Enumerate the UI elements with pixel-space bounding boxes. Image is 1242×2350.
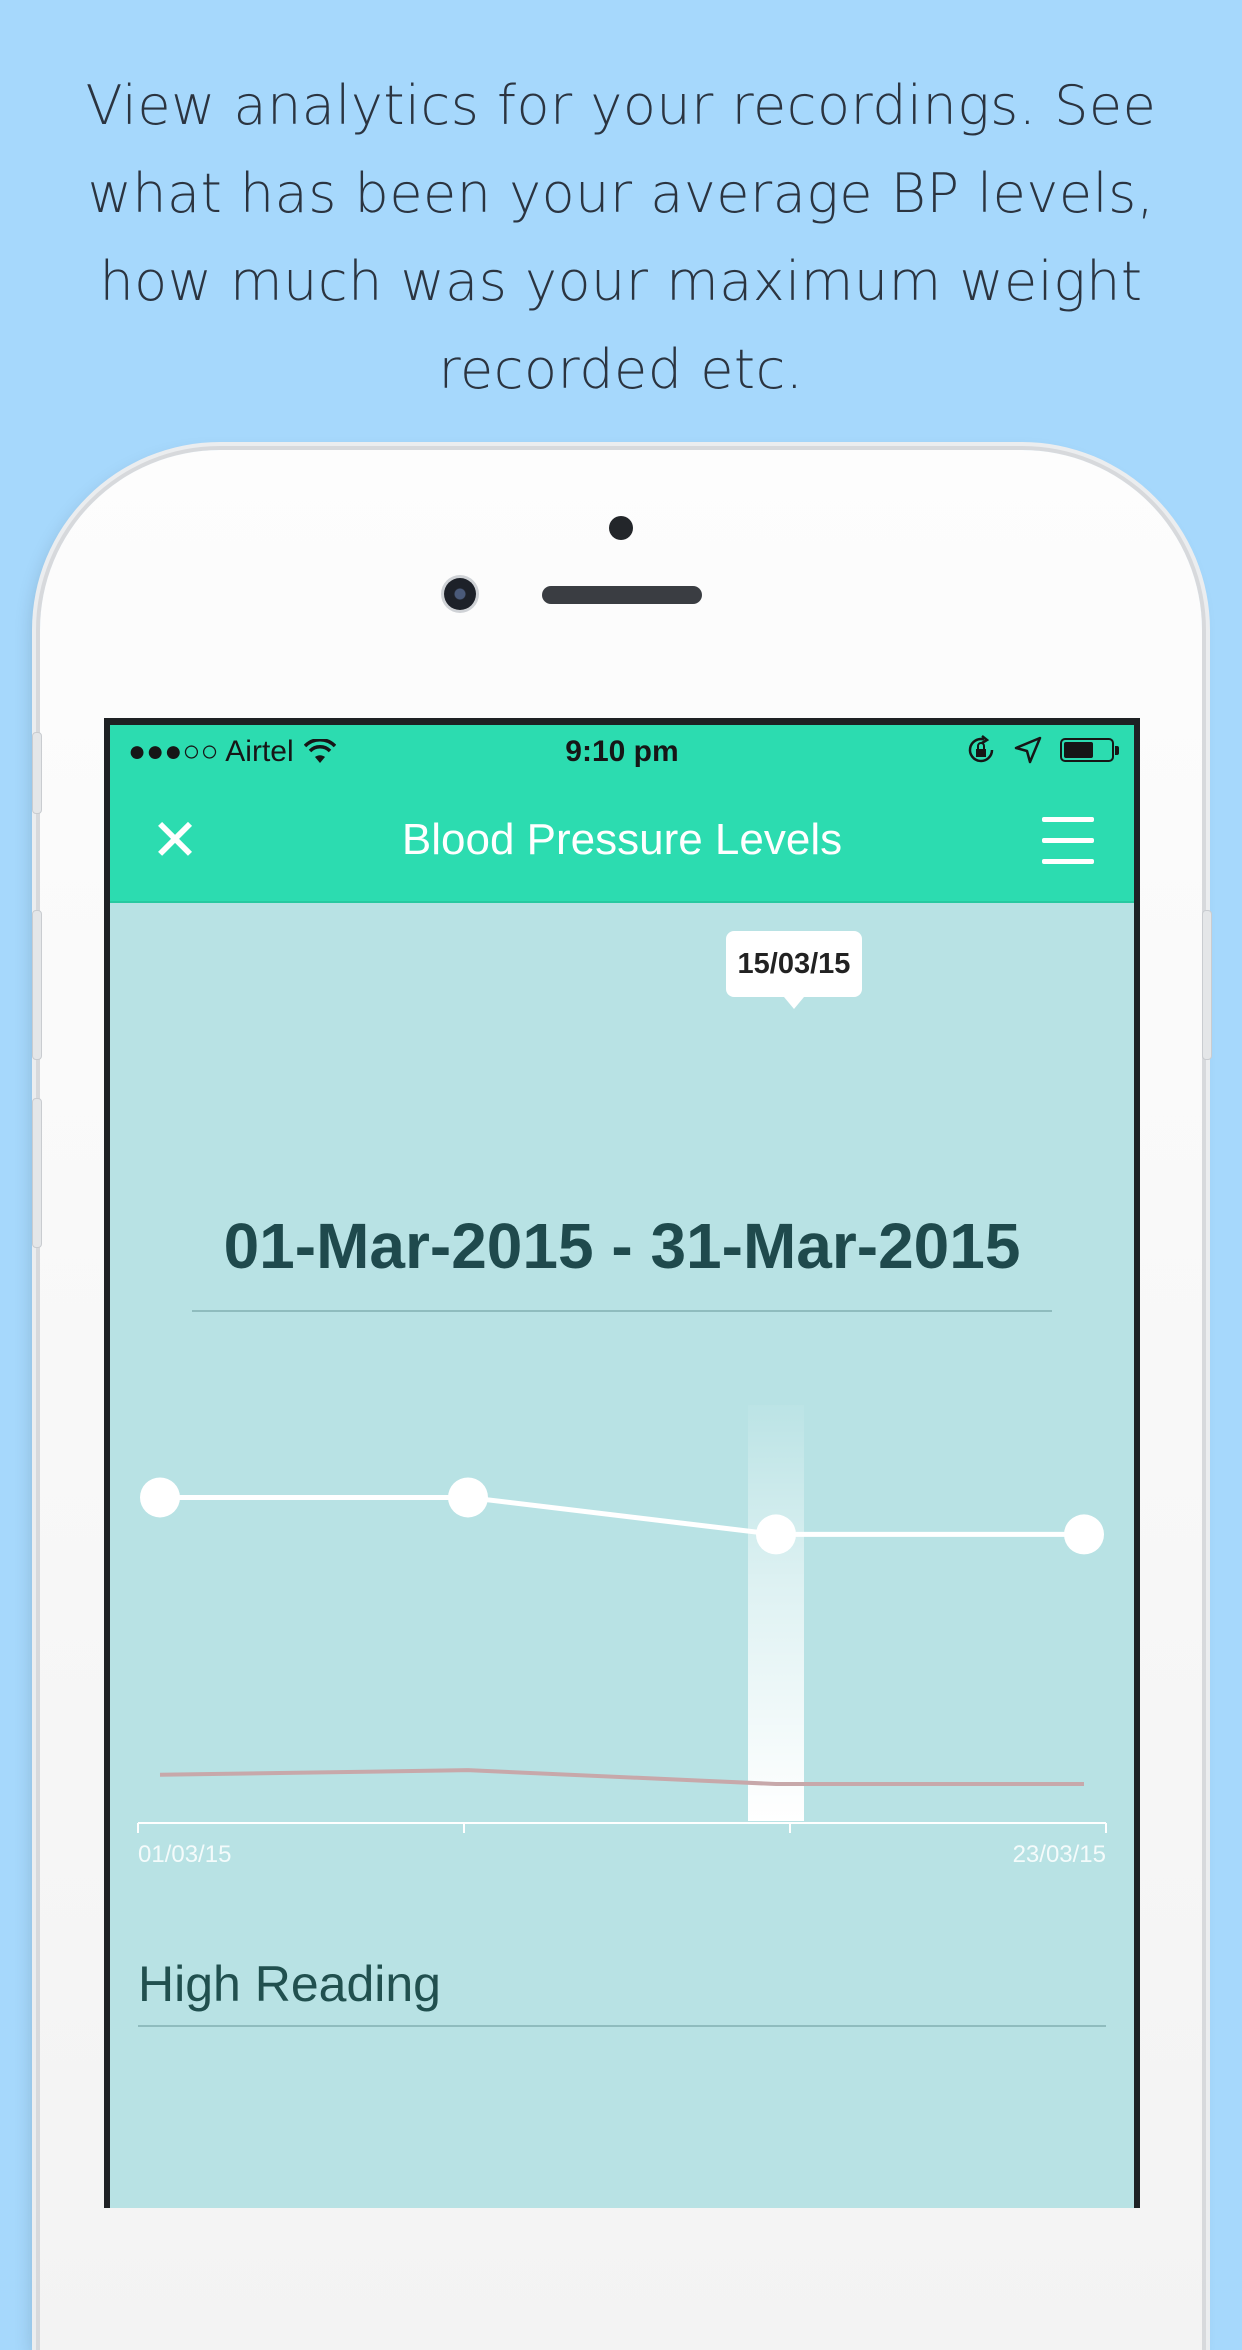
date-range-title[interactable]: 01-Mar-2015 - 31-Mar-2015: [192, 1209, 1052, 1283]
location-arrow-icon: [1014, 736, 1042, 764]
date-range-underline: [192, 1310, 1052, 1312]
x-tick-label: 01/03/15: [138, 1841, 232, 1868]
data-point[interactable]: [756, 1514, 796, 1555]
headline: View analytics for your recordings. See …: [85, 74, 1157, 401]
selected-point-highlight[interactable]: [748, 1405, 804, 1821]
page-title: Blood Pressure Levels: [401, 815, 843, 864]
earpiece-speaker: [542, 586, 702, 604]
date-tooltip: 15/03/15: [726, 931, 862, 1009]
data-point[interactable]: [448, 1477, 488, 1518]
proximity-sensor: [609, 516, 633, 540]
data-point[interactable]: [1064, 1514, 1104, 1555]
status-bar: ●●●○○ Airtel 9:10 pm: [110, 725, 1134, 781]
x-tick-label: 23/03/15: [1012, 1841, 1106, 1868]
bp-line-chart[interactable]: [110, 1405, 1134, 1905]
series-line-secondary: [159, 1768, 1084, 1787]
high-reading-title: High Reading: [138, 1956, 441, 2012]
nav-bar: ✕ Blood Pressure Levels: [110, 781, 1134, 903]
data-point[interactable]: [140, 1477, 180, 1518]
phone-mute-switch: [32, 732, 42, 814]
phone-volume-up: [32, 910, 42, 1060]
phone-screen: ●●●○○ Airtel 9:10 pm ✕ Blood Pressure Le…: [104, 718, 1140, 2208]
battery-icon: [1060, 738, 1119, 762]
hamburger-menu-icon[interactable]: [1042, 817, 1094, 865]
rotation-lock-icon: [968, 735, 994, 763]
series-line-primary: [160, 1494, 1084, 1537]
app-view: ●●●○○ Airtel 9:10 pm ✕ Blood Pressure Le…: [110, 725, 1134, 2208]
phone-power-button: [1202, 910, 1212, 1060]
front-camera: [444, 578, 476, 610]
high-reading-underline: [138, 2025, 1106, 2027]
phone-volume-down: [32, 1098, 42, 1248]
